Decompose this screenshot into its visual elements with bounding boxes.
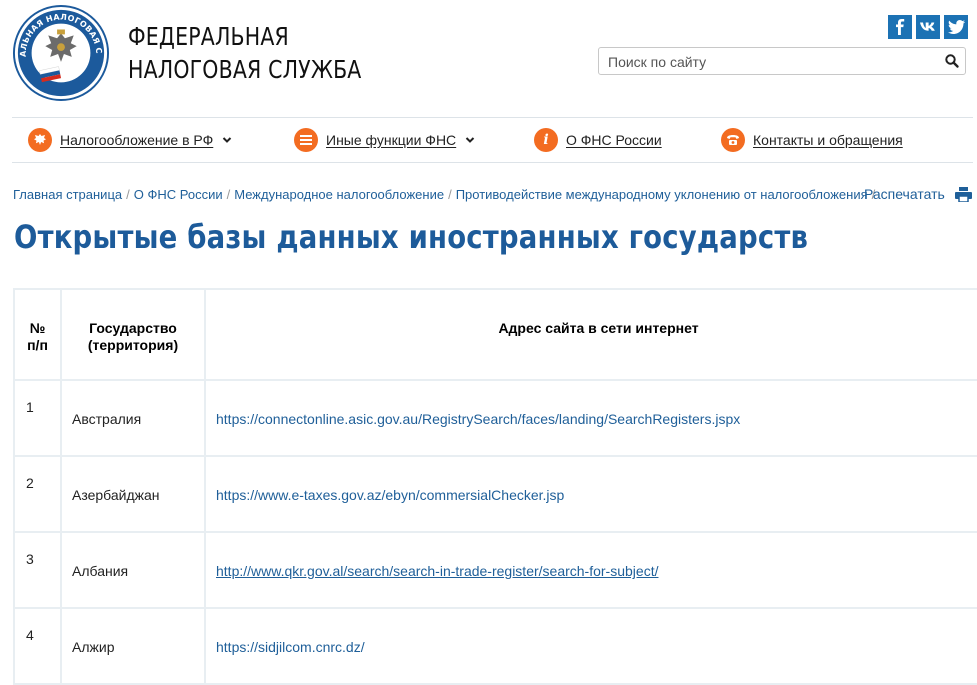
row-number: 4 xyxy=(13,607,62,685)
nav-item-contacts[interactable]: Контакты и обращения xyxy=(721,128,903,152)
print-button[interactable]: Распечатать xyxy=(864,186,972,202)
nav-item-taxation[interactable]: Налогообложение в РФ xyxy=(28,128,232,152)
nav-bottom-divider xyxy=(12,162,973,163)
row-number: 2 xyxy=(13,455,62,533)
country-name: Азербайджан xyxy=(60,455,206,533)
menu-icon xyxy=(294,128,318,152)
site-title[interactable]: ФЕДЕРАЛЬНАЯ НАЛОГОВАЯ СЛУЖБА xyxy=(128,20,374,86)
databases-table: № п/п Государство (территория) Адрес сайта… xyxy=(13,288,977,685)
site-title-line2: НАЛОГОВАЯ СЛУЖБА xyxy=(128,55,362,84)
table-row: 3 Албания http://www.qkr.gov.al/search/s… xyxy=(13,531,977,609)
printer-icon xyxy=(954,186,972,202)
emblem-icon xyxy=(28,128,52,152)
column-header-url: Адрес сайта в сети интернет xyxy=(204,288,977,381)
nav-top-divider xyxy=(12,117,973,118)
row-number: 1 xyxy=(13,379,62,457)
database-link[interactable]: https://www.e-taxes.gov.az/ebyn/commersi… xyxy=(216,487,564,503)
phone-icon xyxy=(721,128,745,152)
nav-label-taxation: Налогообложение в РФ xyxy=(60,132,214,148)
database-link[interactable]: https://connectonline.asic.gov.au/Regist… xyxy=(216,411,740,427)
database-link[interactable]: http://www.qkr.gov.al/search/search-in-t… xyxy=(216,563,658,579)
info-icon: i xyxy=(534,128,558,152)
breadcrumb-international-taxation[interactable]: Международное налогообложение xyxy=(234,187,444,202)
breadcrumb-tax-avoidance[interactable]: Противодействие международному уклонению… xyxy=(456,187,868,202)
nav-item-about[interactable]: i О ФНС России xyxy=(534,128,662,152)
fns-logo-icon[interactable]: ФЕДЕРАЛЬНАЯ НАЛОГОВАЯ СЛУЖБА xyxy=(12,4,110,102)
social-links xyxy=(888,15,968,39)
nav-label-other-functions: Иные функции ФНС xyxy=(326,132,457,148)
site-title-line1: ФЕДЕРАЛЬНАЯ xyxy=(128,22,289,51)
page-title: Открытые базы данных иностранных государ… xyxy=(14,218,809,256)
column-header-country: Государство (территория) xyxy=(60,288,206,381)
breadcrumb-home[interactable]: Главная страница xyxy=(13,187,122,202)
nav-label-contacts: Контакты и обращения xyxy=(753,132,903,148)
row-number: 3 xyxy=(13,531,62,609)
main-nav: Налогообложение в РФ Иные функции ФНС i … xyxy=(0,120,977,162)
table-row: 1 Австралия https://connectonline.asic.g… xyxy=(13,379,977,457)
country-name: Австралия xyxy=(60,379,206,457)
search-input[interactable] xyxy=(606,52,940,72)
twitter-icon[interactable] xyxy=(944,15,968,39)
table-row: 2 Азербайджан https://www.e-taxes.gov.az… xyxy=(13,455,977,533)
breadcrumb: Главная страница / О ФНС России / Международ… xyxy=(13,187,876,202)
nav-item-other-functions[interactable]: Иные функции ФНС xyxy=(294,128,475,152)
chevron-down-icon xyxy=(223,137,232,143)
country-name: Албания xyxy=(60,531,206,609)
breadcrumb-about[interactable]: О ФНС России xyxy=(134,187,223,202)
database-link[interactable]: https://sidjilcom.cnrc.dz/ xyxy=(216,639,365,655)
table-row: 4 Алжир https://sidjilcom.cnrc.dz/ xyxy=(13,607,977,685)
chevron-down-icon xyxy=(465,137,475,143)
print-label: Распечатать xyxy=(864,186,945,202)
column-header-num: № п/п xyxy=(13,288,62,381)
facebook-icon[interactable] xyxy=(888,15,912,39)
search-icon[interactable] xyxy=(944,53,960,69)
country-name: Алжир xyxy=(60,607,206,685)
vkontakte-icon[interactable] xyxy=(916,15,940,39)
nav-label-about: О ФНС России xyxy=(566,132,662,148)
search-box xyxy=(598,47,966,75)
table-header-row: № п/п Государство (территория) Адрес сайта… xyxy=(13,288,977,381)
